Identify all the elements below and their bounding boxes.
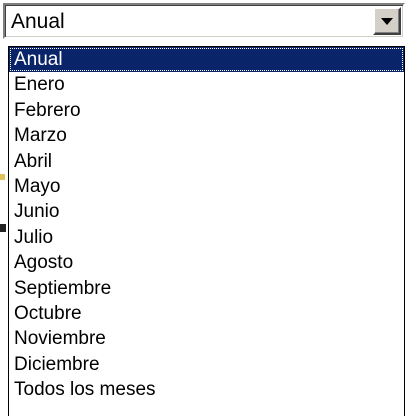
month-options-list[interactable]: Anual Enero Febrero Marzo Abril Mayo Jun… (8, 46, 405, 416)
dropdown-toggle-button[interactable] (373, 7, 401, 35)
option-abril[interactable]: Abril (9, 149, 404, 174)
background-fragment (0, 174, 5, 180)
option-mayo[interactable]: Mayo (9, 174, 404, 199)
option-julio[interactable]: Julio (9, 225, 404, 250)
option-septiembre[interactable]: Septiembre (9, 276, 404, 301)
month-select-value: Anual (11, 10, 65, 33)
option-febrero[interactable]: Febrero (9, 98, 404, 123)
option-junio[interactable]: Junio (9, 199, 404, 224)
option-noviembre[interactable]: Noviembre (9, 326, 404, 351)
chevron-down-icon (381, 18, 393, 25)
option-octubre[interactable]: Octubre (9, 301, 404, 326)
month-select[interactable]: Anual (3, 3, 405, 39)
option-agosto[interactable]: Agosto (9, 250, 404, 275)
screen: Anual Anual Enero Febrero Marzo Abril Ma… (0, 0, 411, 416)
option-enero[interactable]: Enero (9, 72, 404, 97)
option-todos-los-meses[interactable]: Todos los meses (9, 377, 404, 402)
option-marzo[interactable]: Marzo (9, 123, 404, 148)
option-anual[interactable]: Anual (9, 47, 404, 73)
option-diciembre[interactable]: Diciembre (9, 352, 404, 377)
background-fragment (0, 224, 6, 232)
